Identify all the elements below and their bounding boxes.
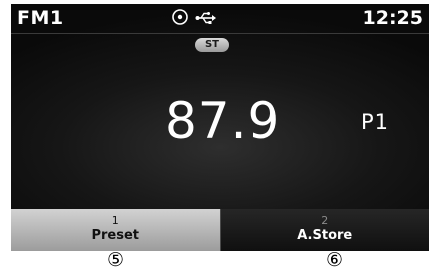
auto-store-button[interactable]: 2 A.Store: [219, 209, 429, 251]
status-bar: FM1 12:25: [11, 4, 429, 34]
softkey-number: 2: [321, 214, 329, 227]
callout-6: ⑥: [326, 249, 344, 271]
clock: 12:25: [362, 7, 423, 29]
usb-icon: [195, 10, 217, 29]
preset-button[interactable]: 1 Preset: [11, 209, 220, 251]
disc-icon: [171, 8, 189, 30]
softkey-label: Preset: [91, 228, 140, 243]
radio-screen: FM1 12:25 ST 87.9 P1 1 Preset 2 A.Store: [11, 4, 429, 251]
stereo-badge: ST: [195, 38, 229, 52]
softkey-number: 1: [111, 214, 119, 227]
band-label: FM1: [17, 7, 64, 29]
softkey-bar: 1 Preset 2 A.Store: [11, 209, 429, 251]
preset-indicator: P1: [361, 110, 390, 134]
softkey-label: A.Store: [297, 228, 353, 243]
callout-5: ⑤: [107, 249, 125, 271]
frequency-display: 87.9: [165, 92, 281, 150]
status-icons: [171, 8, 217, 30]
